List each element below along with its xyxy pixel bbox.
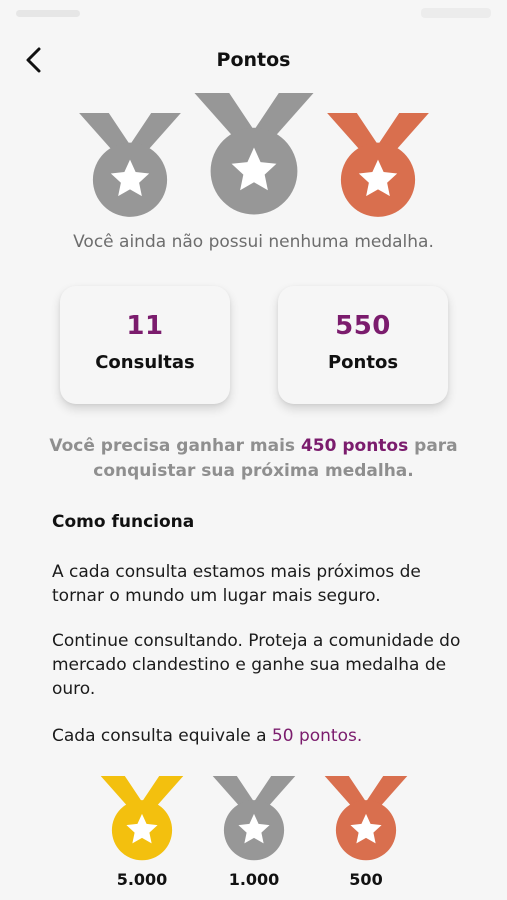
- star-medal-icon: [194, 93, 314, 215]
- next-medal-prefix: Você precisa ganhar mais: [49, 436, 301, 456]
- consultas-count: 11: [126, 311, 164, 341]
- points-needed: 450 pontos: [300, 436, 409, 456]
- status-bar-indicators: [421, 8, 491, 18]
- silver-medal-points: 1.000: [228, 870, 280, 889]
- bronze-medal-points: 500: [349, 870, 383, 889]
- star-medal-icon: [212, 776, 296, 861]
- how-it-works-paragraph-2: Continue consultando. Proteja a comunida…: [52, 631, 461, 699]
- how-it-works-title: Como funciona: [52, 512, 195, 532]
- gold-medal-points: 5.000: [116, 870, 168, 889]
- points-per-consulta: 50 pontos.: [271, 726, 363, 746]
- star-medal-icon: [324, 776, 408, 861]
- star-medal-icon: [79, 113, 181, 217]
- pontos-card: 550 Pontos: [278, 286, 448, 404]
- no-medal-message: Você ainda não possui nenhuma medalha.: [73, 232, 434, 252]
- how-it-works-paragraph-1: A cada consulta estamos mais próximos de…: [52, 562, 421, 606]
- next-medal-message: Você precisa ganhar mais 450 pontos para…: [30, 434, 477, 484]
- star-medal-icon: [327, 113, 429, 217]
- status-bar-time: [16, 10, 80, 17]
- pontos-label: Pontos: [327, 352, 399, 373]
- pontos-count: 550: [335, 311, 391, 341]
- page-title: Pontos: [216, 49, 291, 71]
- how-it-works-paragraph-3: Cada consulta equivale a 50 pontos.: [52, 724, 472, 748]
- star-medal-icon: [100, 776, 184, 861]
- consultas-label: Consultas: [95, 352, 195, 373]
- status-bar: [0, 0, 507, 24]
- consultas-card: 11 Consultas: [60, 286, 230, 404]
- points-per-consulta-prefix: Cada consulta equivale a: [52, 726, 272, 746]
